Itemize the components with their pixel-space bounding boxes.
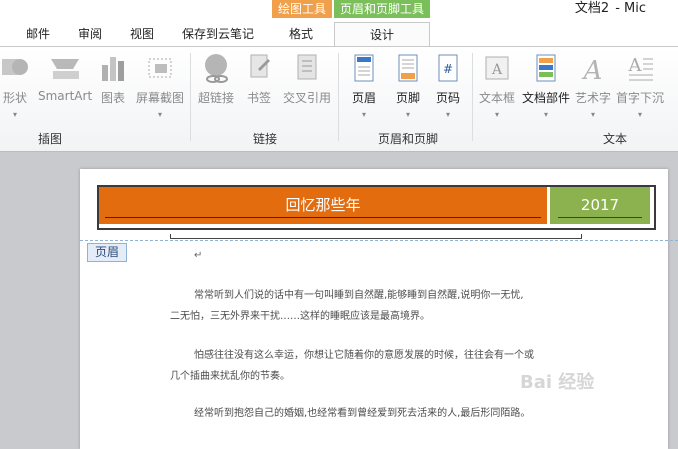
chevron-down-icon: ▾ [445,110,450,119]
chevron-down-icon: ▾ [637,110,642,119]
tab-mailings[interactable]: 邮件 [20,22,56,46]
svg-text:A: A [582,56,603,85]
header-footer-tools-header: 页眉和页脚工具 [334,0,430,18]
hyperlink-button[interactable]: 超链接 [196,51,236,106]
header-icon [354,54,374,82]
quick-parts-button[interactable]: 文档部件 ▾ [520,51,572,119]
svg-text:A: A [628,55,643,76]
shapes-icon [2,59,28,75]
body-paragraph-line: 常常听到人们说的话中有一句叫睡到自然醒,能够睡到自然醒,说明你一无忧, [194,290,524,301]
tab-design[interactable]: 设计 [334,22,430,47]
paragraph-mark: ↵ [194,250,203,261]
body-paragraph-line: 经常听到抱怨自己的婚姻,也经常看到曾经爱到死去活来的人,最后形同陌路。 [194,408,531,419]
tab-format[interactable]: 格式 [272,22,330,46]
svg-text:#: # [443,62,453,76]
watermark: Bai 经验 [520,372,595,393]
drop-cap-icon: A [628,55,653,81]
smartart-icon [51,59,79,79]
text-box-button[interactable]: A 文本框 ▾ [478,51,516,119]
header-title: 回忆那些年 [285,196,361,214]
group-label-text: 文本 [602,132,627,146]
header-year: 2017 [580,196,620,214]
tab-save-to-cloud-notes[interactable]: 保存到云笔记 [176,22,260,46]
chevron-down-icon: ▾ [590,110,595,119]
group-separator [190,53,191,141]
group-separator [338,53,339,141]
header-title-underline [105,217,541,218]
group-label-header-footer: 页眉和页脚 [377,132,438,146]
wordart-button[interactable]: A 艺术字 ▾ [574,51,612,119]
chevron-down-icon: ▾ [157,110,162,119]
body-paragraph-line: 几个插曲来扰乱你的节奏。 [170,371,290,382]
header-year-cell[interactable]: 2017 [550,187,650,224]
table-anchor-line [170,234,582,239]
body-paragraph-line: 二无怕，三无外界来干扰……这样的睡眠应该是最高境界。 [170,311,430,322]
header-label-tag: 页眉 [87,243,127,262]
smartart-button[interactable]: SmartArt [38,51,92,103]
chevron-down-icon: ▾ [543,110,548,119]
bookmark-icon [250,54,270,78]
ribbon: 形状 ▾ SmartArt 图表 屏幕截图 ▾ 插图 超链接 书签 交叉引用 链… [0,46,678,152]
chevron-down-icon: ▾ [405,110,410,119]
header-boundary [80,240,678,241]
header-year-underline [558,217,642,218]
chevron-down-icon: ▾ [12,110,17,119]
title-bar: 绘图工具 页眉和页脚工具 文档2- Mic 邮件 审阅 视图 保存到云笔记 格式… [0,0,678,47]
group-label-links: 链接 [252,132,277,146]
quick-parts-icon [536,54,556,82]
chart-button[interactable]: 图表 [98,51,128,106]
cross-reference-button[interactable]: 交叉引用 [282,51,332,106]
tab-view[interactable]: 视图 [124,22,160,46]
text-box-icon: A [485,56,509,80]
screenshot-icon [148,58,172,78]
page-number-icon: # [438,54,458,82]
header-title-cell[interactable]: 回忆那些年 [99,187,547,224]
body-paragraph-line: 怕感往往没有这么幸运，你想让它随着你的意愿发展的时候，往往会有一个或 [194,350,534,361]
tab-review[interactable]: 审阅 [72,22,108,46]
hyperlink-icon [205,54,228,83]
page-number-button[interactable]: # 页码 ▾ [430,51,466,119]
chart-icon [102,57,124,81]
footer-button[interactable]: 页脚 ▾ [390,51,426,119]
group-separator [472,53,473,141]
chevron-down-icon: ▾ [361,110,366,119]
shapes-button[interactable]: 形状 ▾ [0,51,30,119]
header-button[interactable]: 页眉 ▾ [346,51,382,119]
bookmark-button[interactable]: 书签 [244,51,274,106]
chevron-down-icon: ▾ [494,110,499,119]
screenshot-button[interactable]: 屏幕截图 ▾ [134,51,186,119]
footer-icon [398,54,418,82]
cross-reference-icon [297,54,317,80]
svg-text:A: A [491,62,503,78]
drawing-tools-header: 绘图工具 [272,0,332,18]
drop-cap-button[interactable]: A 首字下沉 ▾ [614,51,666,119]
wordart-icon: A [582,56,603,85]
group-label-illustrations: 插图 [37,132,62,146]
document-title: 文档2- Mic [574,1,646,16]
